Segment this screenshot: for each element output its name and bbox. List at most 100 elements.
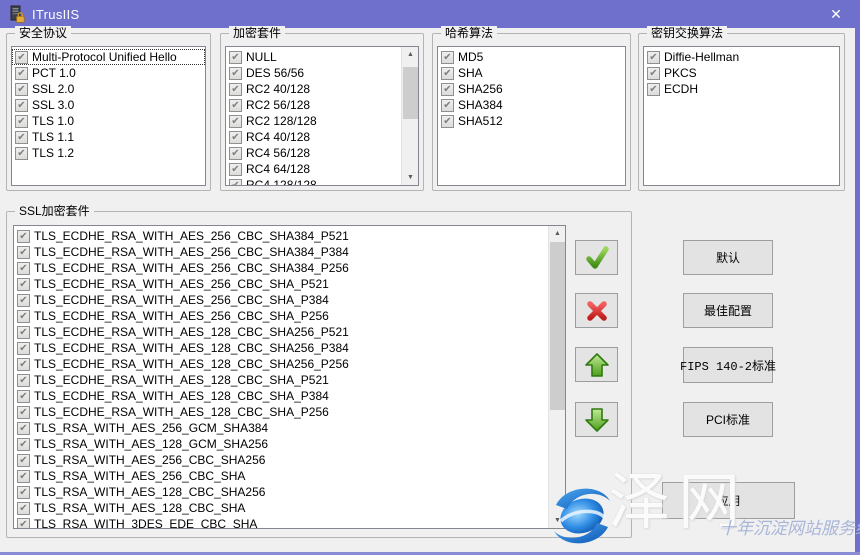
cipher-list[interactable]: ▲ ▼ ✔ NULL ✔ DES 56/56 ✔ RC2 40/128	[225, 46, 419, 186]
cipher-list-item[interactable]: ✔ RC2 128/128	[226, 113, 401, 129]
pci-standard-button[interactable]: PCI标准	[683, 402, 773, 437]
hash-list-item[interactable]: ✔ SHA512	[438, 113, 625, 129]
hash-list-item[interactable]: ✔ SHA256	[438, 81, 625, 97]
checkbox-checked-icon[interactable]: ✔	[229, 115, 242, 128]
cipher-list-item[interactable]: ✔ RC2 40/128	[226, 81, 401, 97]
protocol-list[interactable]: ✔ Multi-Protocol Unified Hello ✔ PCT 1.0…	[11, 46, 206, 186]
checkbox-checked-icon[interactable]: ✔	[229, 67, 242, 80]
ssl-suite-list-item[interactable]: ✔ TLS_RSA_WITH_AES_256_GCM_SHA384	[14, 420, 548, 436]
key-exchange-list-item[interactable]: ✔ PKCS	[644, 65, 839, 81]
ssl-suite-list-item[interactable]: ✔ TLS_ECDHE_RSA_WITH_AES_128_CBC_SHA_P38…	[14, 388, 548, 404]
checkbox-checked-icon[interactable]: ✔	[17, 278, 30, 291]
protocol-list-item[interactable]: ✔ SSL 2.0	[12, 81, 205, 97]
move-up-button[interactable]	[575, 347, 618, 382]
checkbox-checked-icon[interactable]: ✔	[17, 358, 30, 371]
hash-list[interactable]: ✔ MD5 ✔ SHA ✔ SHA256 ✔ SHA384	[437, 46, 626, 186]
ssl-suite-list-item[interactable]: ✔ TLS_ECDHE_RSA_WITH_AES_256_CBC_SHA_P25…	[14, 308, 548, 324]
ssl-suite-list-item[interactable]: ✔ TLS_ECDHE_RSA_WITH_AES_256_CBC_SHA384_…	[14, 228, 548, 244]
ssl-suite-list-item[interactable]: ✔ TLS_RSA_WITH_3DES_EDE_CBC_SHA	[14, 516, 548, 529]
accept-button[interactable]	[575, 240, 618, 275]
checkbox-checked-icon[interactable]: ✔	[441, 99, 454, 112]
cipher-list-item[interactable]: ✔ DES 56/56	[226, 65, 401, 81]
ssl-suite-list-item[interactable]: ✔ TLS_ECDHE_RSA_WITH_AES_256_CBC_SHA384_…	[14, 260, 548, 276]
move-down-button[interactable]	[575, 402, 618, 437]
ssl-suite-list-item[interactable]: ✔ TLS_ECDHE_RSA_WITH_AES_128_CBC_SHA256_…	[14, 340, 548, 356]
scrollbar-up-icon[interactable]: ▲	[549, 226, 566, 241]
key-exchange-list[interactable]: ✔ Diffie-Hellman ✔ PKCS ✔ ECDH	[643, 46, 840, 186]
default-button[interactable]: 默认	[683, 240, 773, 275]
checkbox-checked-icon[interactable]: ✔	[647, 83, 660, 96]
ssl-suite-list-item[interactable]: ✔ TLS_RSA_WITH_AES_128_CBC_SHA256	[14, 484, 548, 500]
cipher-list-scrollbar[interactable]: ▲ ▼	[401, 47, 418, 185]
checkbox-checked-icon[interactable]: ✔	[17, 374, 30, 387]
hash-list-item[interactable]: ✔ MD5	[438, 49, 625, 65]
close-button[interactable]: ✕	[819, 3, 853, 25]
checkbox-checked-icon[interactable]: ✔	[17, 310, 30, 323]
ssl-suite-list-item[interactable]: ✔ TLS_ECDHE_RSA_WITH_AES_256_CBC_SHA_P38…	[14, 292, 548, 308]
protocol-list-item[interactable]: ✔ Multi-Protocol Unified Hello	[12, 49, 205, 65]
ssl-suite-list-item[interactable]: ✔ TLS_ECDHE_RSA_WITH_AES_128_CBC_SHA_P25…	[14, 404, 548, 420]
checkbox-checked-icon[interactable]: ✔	[441, 51, 454, 64]
ssl-suite-list-item[interactable]: ✔ TLS_ECDHE_RSA_WITH_AES_256_CBC_SHA384_…	[14, 244, 548, 260]
ssl-suite-list-item[interactable]: ✔ TLS_ECDHE_RSA_WITH_AES_128_CBC_SHA256_…	[14, 356, 548, 372]
checkbox-checked-icon[interactable]: ✔	[17, 230, 30, 243]
checkbox-checked-icon[interactable]: ✔	[647, 51, 660, 64]
checkbox-checked-icon[interactable]: ✔	[17, 438, 30, 451]
checkbox-checked-icon[interactable]: ✔	[441, 67, 454, 80]
checkbox-checked-icon[interactable]: ✔	[229, 131, 242, 144]
checkbox-checked-icon[interactable]: ✔	[229, 83, 242, 96]
ssl-suite-list-item[interactable]: ✔ TLS_ECDHE_RSA_WITH_AES_256_CBC_SHA_P52…	[14, 276, 548, 292]
protocol-list-item[interactable]: ✔ TLS 1.2	[12, 145, 205, 161]
hash-list-item[interactable]: ✔ SHA384	[438, 97, 625, 113]
ssl-suite-list-item[interactable]: ✔ TLS_RSA_WITH_AES_128_CBC_SHA	[14, 500, 548, 516]
checkbox-checked-icon[interactable]: ✔	[17, 486, 30, 499]
checkbox-checked-icon[interactable]: ✔	[15, 83, 28, 96]
checkbox-checked-icon[interactable]: ✔	[17, 262, 30, 275]
checkbox-checked-icon[interactable]: ✔	[17, 518, 30, 530]
checkbox-checked-icon[interactable]: ✔	[17, 454, 30, 467]
checkbox-checked-icon[interactable]: ✔	[15, 131, 28, 144]
remove-button[interactable]	[575, 293, 618, 328]
checkbox-checked-icon[interactable]: ✔	[15, 147, 28, 160]
checkbox-checked-icon[interactable]: ✔	[229, 51, 242, 64]
checkbox-checked-icon[interactable]: ✔	[17, 502, 30, 515]
checkbox-checked-icon[interactable]: ✔	[17, 246, 30, 259]
checkbox-checked-icon[interactable]: ✔	[441, 115, 454, 128]
checkbox-checked-icon[interactable]: ✔	[229, 163, 242, 176]
ssl-suite-list[interactable]: ▲ ▼ ✔ TLS_ECDHE_RSA_WITH_AES_256_CBC_SHA…	[13, 225, 566, 529]
checkbox-checked-icon[interactable]: ✔	[17, 422, 30, 435]
protocol-list-item[interactable]: ✔ SSL 3.0	[12, 97, 205, 113]
cipher-list-item[interactable]: ✔ NULL	[226, 49, 401, 65]
checkbox-checked-icon[interactable]: ✔	[17, 294, 30, 307]
checkbox-checked-icon[interactable]: ✔	[229, 147, 242, 160]
ssl-suite-list-item[interactable]: ✔ TLS_RSA_WITH_AES_128_GCM_SHA256	[14, 436, 548, 452]
ssl-suite-list-item[interactable]: ✔ TLS_RSA_WITH_AES_256_CBC_SHA256	[14, 452, 548, 468]
checkbox-checked-icon[interactable]: ✔	[15, 67, 28, 80]
hash-list-item[interactable]: ✔ SHA	[438, 65, 625, 81]
ssl-suite-list-item[interactable]: ✔ TLS_RSA_WITH_AES_256_CBC_SHA	[14, 468, 548, 484]
checkbox-checked-icon[interactable]: ✔	[15, 99, 28, 112]
ssl-suite-list-item[interactable]: ✔ TLS_ECDHE_RSA_WITH_AES_128_CBC_SHA_P52…	[14, 372, 548, 388]
checkbox-checked-icon[interactable]: ✔	[441, 83, 454, 96]
ssl-suite-list-item[interactable]: ✔ TLS_ECDHE_RSA_WITH_AES_128_CBC_SHA256_…	[14, 324, 548, 340]
checkbox-checked-icon[interactable]: ✔	[17, 406, 30, 419]
cipher-list-item[interactable]: ✔ RC4 64/128	[226, 161, 401, 177]
checkbox-checked-icon[interactable]: ✔	[229, 179, 242, 187]
scrollbar-thumb[interactable]	[550, 242, 565, 410]
cipher-list-item[interactable]: ✔ RC2 56/128	[226, 97, 401, 113]
checkbox-checked-icon[interactable]: ✔	[15, 51, 28, 64]
protocol-list-item[interactable]: ✔ TLS 1.0	[12, 113, 205, 129]
checkbox-checked-icon[interactable]: ✔	[229, 99, 242, 112]
titlebar[interactable]: ITrusIIS ✕	[0, 0, 860, 28]
checkbox-checked-icon[interactable]: ✔	[17, 326, 30, 339]
checkbox-checked-icon[interactable]: ✔	[647, 67, 660, 80]
cipher-list-item[interactable]: ✔ RC4 40/128	[226, 129, 401, 145]
checkbox-checked-icon[interactable]: ✔	[17, 470, 30, 483]
scrollbar-down-icon[interactable]: ▼	[402, 170, 419, 185]
checkbox-checked-icon[interactable]: ✔	[17, 342, 30, 355]
checkbox-checked-icon[interactable]: ✔	[17, 390, 30, 403]
cipher-list-item[interactable]: ✔ RC4 56/128	[226, 145, 401, 161]
scrollbar-thumb[interactable]	[403, 67, 418, 119]
best-config-button[interactable]: 最佳配置	[683, 293, 773, 328]
fips-140-2-button[interactable]: FIPS 140-2标准	[683, 347, 773, 383]
